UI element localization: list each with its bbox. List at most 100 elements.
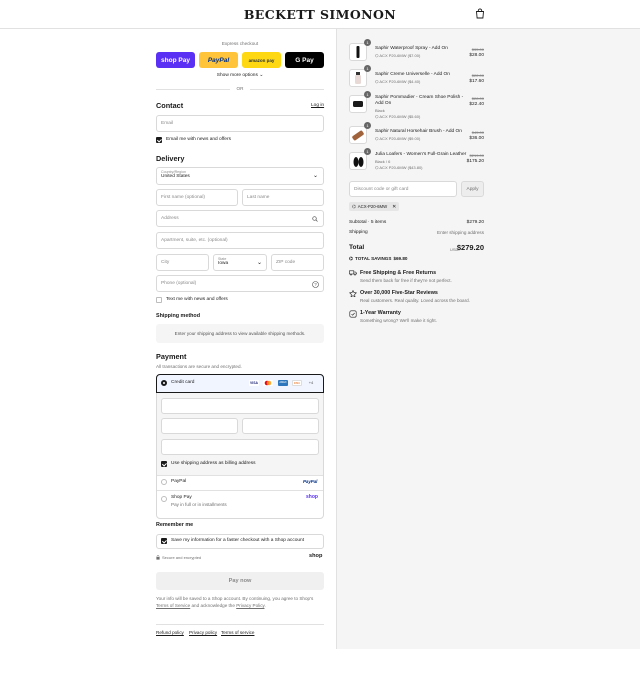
email-news-label: Email me with news and offers: [166, 137, 231, 142]
apply-button[interactable]: Apply: [461, 181, 484, 197]
subtotal-value: $279.20: [466, 220, 484, 225]
payment-subtitle: All transactions are secure and encrypte…: [156, 364, 242, 369]
paypal-radio[interactable]: [161, 479, 167, 485]
credit-card-radio[interactable]: [161, 380, 167, 386]
phone-field[interactable]: Phone (optional) ?: [156, 275, 324, 292]
subtotal-label: Subtotal · 5 items: [349, 220, 387, 225]
last-name-field[interactable]: Last name: [242, 189, 324, 206]
more-cards-badge: +4: [308, 380, 314, 385]
perk-description: Send them back for free if they're not p…: [360, 278, 452, 283]
shipping-method-note: Enter your shipping address to view avai…: [156, 324, 324, 343]
shop-logo: shop: [309, 553, 323, 559]
email-news-checkbox[interactable]: [156, 137, 162, 143]
discover-icon: DISC: [292, 380, 302, 386]
item-old-price: $28.00: [471, 96, 484, 101]
divider: [250, 89, 324, 90]
brand-logo[interactable]: BECKETT SIMONON: [0, 7, 640, 22]
text-news-label: Text me with news and offers: [166, 297, 228, 302]
secure-note: Secure and encrypted: [156, 555, 201, 560]
shield-icon: [349, 310, 357, 318]
shopping-bag-icon[interactable]: [475, 8, 485, 19]
tag-icon: ⌬: [349, 256, 354, 261]
shop-pay-option-label[interactable]: Shop Pay: [171, 495, 192, 500]
login-link[interactable]: Log in: [311, 103, 324, 108]
svg-text:?: ?: [314, 282, 317, 287]
product-image: [349, 69, 367, 87]
chevron-down-icon: ⌄: [256, 260, 262, 266]
save-info-checkbox[interactable]: [161, 538, 167, 544]
remember-me-heading: Remember me: [156, 522, 194, 528]
site-header: BECKETT SIMONON: [0, 0, 640, 29]
apartment-field[interactable]: Apartment, suite, etc. (optional): [156, 232, 324, 249]
country-value: United States: [161, 174, 190, 179]
legal-text: Your info will be saved to a Shop accoun…: [156, 596, 314, 608]
product-image: [349, 95, 367, 113]
payment-heading: Payment: [156, 352, 187, 361]
terms-of-service-link[interactable]: Terms of service: [221, 630, 254, 635]
item-name: Saphir Natural Horsehair Brush - Add On: [375, 129, 462, 134]
tag-icon: ⌬: [352, 203, 356, 209]
item-variant: Black / 6: [375, 159, 391, 164]
shop-privacy-link[interactable]: Privacy Policy: [236, 603, 264, 608]
item-old-price: $22.00: [471, 73, 484, 78]
card-expiry-field[interactable]: [161, 418, 238, 434]
shipping-value: Enter shipping address: [437, 230, 484, 235]
order-summary: [336, 29, 640, 649]
country-select[interactable]: Country/Region United States ⌄: [156, 167, 324, 185]
product-image: [349, 152, 367, 170]
shop-terms-link[interactable]: Terms of Service: [156, 603, 190, 608]
email-field[interactable]: Email: [156, 115, 324, 132]
quantity-badge: 1: [364, 65, 371, 72]
item-price: $175.20: [466, 159, 484, 164]
product-image: [349, 43, 367, 61]
total-savings: ⌬ TOTAL SAVINGS $69.80: [349, 256, 408, 261]
item-variant: Black: [375, 108, 385, 113]
contact-heading: Contact: [156, 101, 184, 110]
close-icon[interactable]: ✕: [392, 204, 396, 210]
quantity-badge: 1: [364, 91, 371, 98]
item-price: $17.60: [469, 79, 484, 84]
shop-pay-button[interactable]: shop Pay: [156, 52, 195, 68]
truck-icon: [349, 270, 357, 276]
shop-pay-radio[interactable]: [161, 496, 167, 502]
amazon-pay-button[interactable]: amazon pay: [242, 52, 281, 68]
help-icon[interactable]: ?: [312, 280, 319, 288]
address-field[interactable]: Address: [156, 210, 324, 227]
quantity-badge: 1: [364, 122, 371, 129]
tag-icon: ⌬: [375, 53, 379, 58]
delivery-heading: Delivery: [156, 154, 185, 163]
show-more-options[interactable]: Show more options ⌄: [156, 73, 324, 78]
item-old-price: $219.00: [469, 153, 484, 158]
card-cvv-field[interactable]: [242, 418, 319, 434]
billing-same-checkbox[interactable]: [161, 461, 167, 467]
item-discount-code: ⌬ ACX P20-6MW ($5.60): [375, 114, 421, 119]
divider: [157, 475, 323, 476]
perk-title: Free Shipping & Free Returns: [360, 270, 437, 276]
card-number-field[interactable]: [161, 398, 319, 414]
paypal-button[interactable]: PayPal: [199, 52, 238, 68]
text-news-checkbox[interactable]: [156, 297, 162, 303]
visa-icon: VISA: [249, 380, 259, 386]
pay-now-button[interactable]: Pay now: [156, 572, 324, 590]
divider: [156, 624, 324, 625]
city-field[interactable]: City: [156, 254, 209, 271]
tag-icon: ⌬: [375, 165, 379, 170]
refund-policy-link[interactable]: Refund policy: [156, 630, 184, 635]
name-on-card-field[interactable]: [161, 439, 319, 455]
save-info-label: Save my information for a faster checkou…: [171, 538, 305, 543]
paypal-option-label[interactable]: PayPal: [171, 479, 186, 484]
item-price: $28.00: [469, 53, 484, 58]
google-pay-button[interactable]: G Pay: [285, 52, 324, 68]
item-name: Saphir Waterproof Spray - Add On: [375, 46, 448, 51]
quantity-badge: 1: [364, 148, 371, 155]
item-old-price: $35.00: [471, 47, 484, 52]
privacy-policy-link[interactable]: Privacy policy: [189, 630, 217, 635]
shipping-label: Shipping: [349, 230, 368, 235]
discount-code-input[interactable]: Discount code or gift card: [349, 181, 457, 197]
state-select[interactable]: State Iowa ⌄: [213, 254, 267, 271]
first-name-field[interactable]: First name (optional): [156, 189, 238, 206]
total-label: Total: [349, 244, 365, 251]
perk-description: Something wrong? We'll make it right.: [360, 318, 437, 323]
tag-icon: ⌬: [375, 79, 379, 84]
zip-field[interactable]: ZIP code: [271, 254, 324, 271]
